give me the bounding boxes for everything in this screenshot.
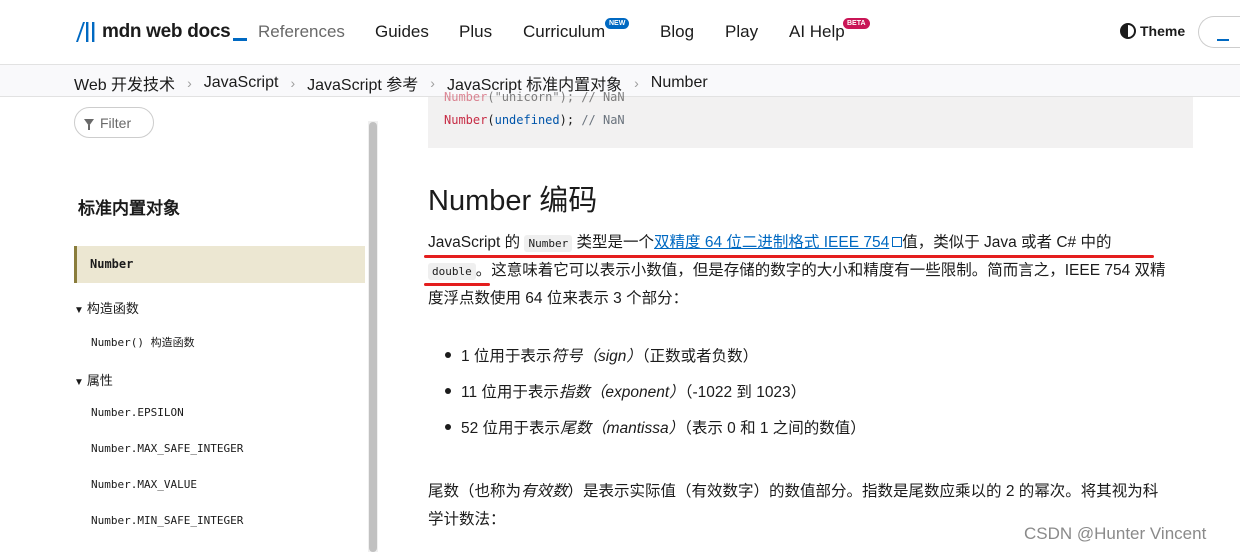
- chevron-right-icon: ›: [430, 75, 435, 91]
- list-item: 11 位用于表示指数（exponent）（-1022 到 1023）: [428, 380, 806, 402]
- search-caret-icon: [1217, 39, 1229, 41]
- inline-code-double: double: [428, 263, 476, 280]
- sidebar-scrollbar[interactable]: [368, 121, 378, 552]
- sidebar-group-constructor[interactable]: ▼ 构造函数: [74, 298, 139, 317]
- ieee754-link[interactable]: 双精度 64 位二进制格式 IEEE 754: [654, 234, 889, 251]
- logo-cursor-icon: [233, 37, 248, 41]
- theme-label: Theme: [1140, 23, 1186, 39]
- inline-code-number: Number: [524, 235, 573, 252]
- code-example: Number("unicorn"); // NaN Number(undefin…: [428, 90, 1193, 148]
- paragraph-line: 学计数法：: [428, 511, 506, 528]
- paragraph-line: JavaScript 的 Number 类型是一个双精度 64 位二进制格式 I…: [428, 234, 1112, 252]
- list-item: 1 位用于表示符号（sign）（正数或者负数）: [428, 344, 758, 366]
- breadcrumb-web[interactable]: Web 开发技术: [74, 71, 175, 95]
- sidebar-item-constructor[interactable]: Number() 构造函数: [91, 334, 195, 350]
- paragraph-line: 度浮点数使用 64 位来表示 3 个部分：: [428, 290, 689, 307]
- sidebar-heading: 标准内置对象: [78, 199, 180, 218]
- sidebar-group-label: 属性: [86, 373, 113, 388]
- code-line: Number(undefined); // NaN: [444, 113, 625, 127]
- sidebar-item-epsilon[interactable]: Number.EPSILON: [91, 406, 184, 419]
- paragraph-line: 尾数（也称为有效数）是表示实际值（有效数字）的数值部分。指数是尾数应乘以的 2 …: [428, 483, 1159, 500]
- chevron-right-icon: ›: [290, 75, 296, 91]
- nav-blog[interactable]: Blog: [660, 22, 694, 42]
- sidebar-item-min-safe-integer[interactable]: Number.MIN_SAFE_INTEGER: [91, 514, 243, 527]
- main-content: Number("unicorn"); // NaN Number(undefin…: [380, 90, 1240, 552]
- mdn-logo[interactable]: mdn web docs: [74, 20, 248, 44]
- sidebar-item-max-value[interactable]: Number.MAX_VALUE: [91, 478, 197, 491]
- sidebar-group-properties[interactable]: ▼ 属性: [74, 370, 113, 389]
- breadcrumb-javascript[interactable]: JavaScript: [204, 74, 279, 92]
- mdn-logo-icon: [76, 22, 95, 42]
- breadcrumb-number[interactable]: Number: [651, 74, 708, 92]
- logo-text: mdn web docs: [102, 21, 231, 42]
- sidebar-item-max-safe-integer[interactable]: Number.MAX_SAFE_INTEGER: [91, 442, 243, 455]
- scrollbar-thumb[interactable]: [369, 122, 377, 552]
- nav-ai-help[interactable]: AI Help: [789, 22, 845, 42]
- nav-guides[interactable]: Guides: [375, 22, 429, 42]
- nav-plus[interactable]: Plus: [459, 22, 492, 42]
- section-heading: Number 编码: [428, 185, 598, 217]
- nav-curriculum[interactable]: Curriculum: [523, 22, 605, 42]
- top-navigation: mdn web docs References Guides Plus Curr…: [0, 0, 1240, 64]
- nav-references[interactable]: References: [258, 22, 345, 42]
- theme-icon: [1120, 23, 1136, 39]
- paragraph-line: double 。这意味着它可以表示小数值，但是存储的数字的大小和精度有一些限制。简…: [428, 257, 1166, 286]
- breadcrumb-js-reference[interactable]: JavaScript 参考: [307, 71, 418, 95]
- watermark: CSDN @Hunter Vincent: [1024, 524, 1207, 543]
- sidebar-group-label: 构造函数: [86, 301, 139, 316]
- list-item: 52 位用于表示尾数（mantissa）（表示 0 和 1 之间的数值）: [428, 416, 866, 438]
- triangle-down-icon: ▼: [74, 305, 84, 316]
- external-link-icon: [892, 237, 903, 247]
- filter-icon: [84, 118, 94, 130]
- code-line: Number("unicorn"); // NaN: [444, 90, 625, 104]
- theme-switcher[interactable]: Theme: [1120, 23, 1185, 39]
- filter-placeholder: Filter: [100, 114, 132, 131]
- filter-input[interactable]: Filter: [74, 107, 154, 138]
- triangle-down-icon: ▼: [74, 377, 84, 388]
- sidebar-item-number[interactable]: Number: [74, 246, 365, 283]
- chevron-right-icon: ›: [187, 75, 192, 91]
- sidebar: Filter 标准内置对象 Number ▼ 构造函数 Number() 构造函数…: [0, 97, 380, 552]
- annotation-underline: [424, 255, 1154, 258]
- annotation-underline: [424, 283, 490, 286]
- nav-play[interactable]: Play: [725, 22, 758, 42]
- chevron-right-icon: ›: [634, 75, 639, 91]
- beta-badge: BETA: [843, 18, 870, 29]
- new-badge: NEW: [605, 18, 630, 29]
- search-input[interactable]: [1198, 16, 1240, 48]
